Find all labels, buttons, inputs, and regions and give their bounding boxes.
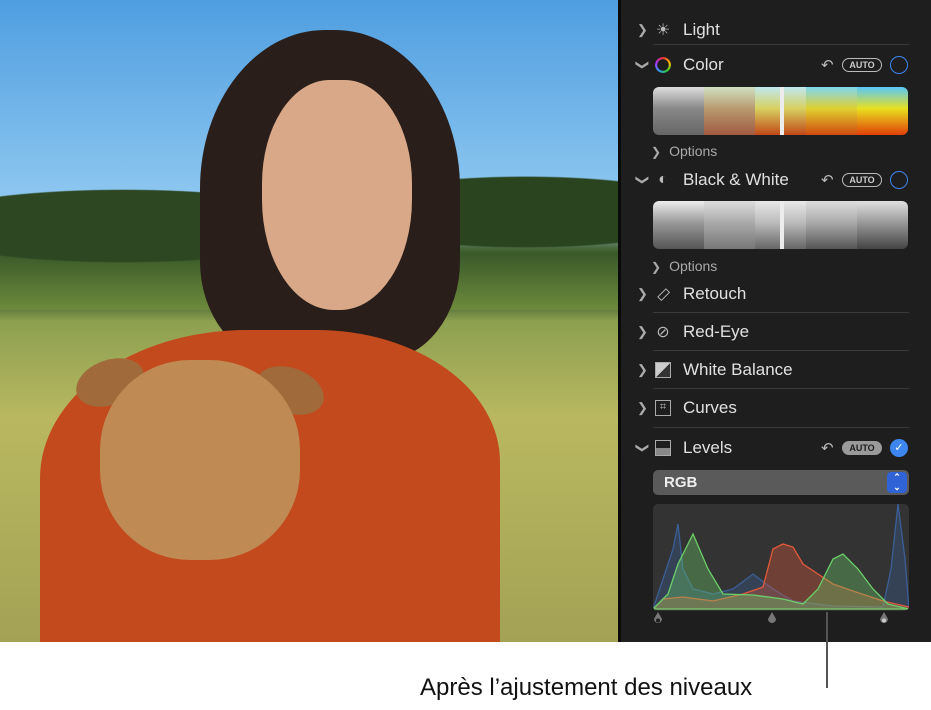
auto-button[interactable]: AUTO xyxy=(842,441,882,455)
section-levels[interactable]: ❯ Levels ↶ AUTO ✓ xyxy=(621,433,931,463)
slider-handle[interactable] xyxy=(780,87,784,135)
eye-slash-icon: ⊘ xyxy=(656,324,670,341)
white-point-handle[interactable] xyxy=(879,612,889,625)
section-color[interactable]: ❯ Color ↶ AUTO xyxy=(621,50,931,80)
section-red-eye[interactable]: ❯ ⊘ Red-Eye xyxy=(621,317,931,347)
undo-icon[interactable]: ↶ xyxy=(821,439,834,457)
auto-button[interactable]: AUTO xyxy=(842,58,882,72)
section-curves[interactable]: ❯ ⌗ Curves xyxy=(621,393,931,423)
levels-histogram xyxy=(653,504,909,611)
section-black-white[interactable]: ❯ ◐ Black & White ↶ AUTO xyxy=(621,165,931,195)
divider xyxy=(653,350,909,351)
white-balance-icon xyxy=(654,361,672,379)
chevron-right-icon[interactable]: ❯ xyxy=(651,145,661,159)
section-white-balance[interactable]: ❯ White Balance xyxy=(621,355,931,385)
undo-icon[interactable]: ↶ xyxy=(821,171,834,189)
section-retouch[interactable]: ❯ ▭ Retouch xyxy=(621,279,931,309)
section-light[interactable]: ❯ ☀ Light xyxy=(621,15,931,45)
chevron-right-icon[interactable]: ❯ xyxy=(637,286,648,302)
auto-button[interactable]: AUTO xyxy=(842,173,882,187)
enable-checkmark[interactable]: ✓ xyxy=(890,439,908,457)
curves-icon: ⌗ xyxy=(654,399,672,417)
sun-icon: ☀ xyxy=(655,22,671,39)
chevron-down-icon[interactable]: ❯ xyxy=(634,443,650,454)
photo-dog xyxy=(100,360,300,560)
divider xyxy=(653,388,909,389)
enable-toggle[interactable] xyxy=(890,56,908,74)
slider-handle[interactable] xyxy=(780,201,784,249)
color-wheel-icon xyxy=(654,56,672,74)
undo-icon[interactable]: ↶ xyxy=(821,56,834,74)
caption: Après l’ajustement des niveaux xyxy=(420,674,753,701)
divider xyxy=(653,312,909,313)
enable-toggle[interactable] xyxy=(890,171,908,189)
up-down-chevron-icon: ⌃ ⌄ xyxy=(887,472,907,493)
chevron-right-icon[interactable]: ❯ xyxy=(637,400,648,416)
color-options[interactable]: ❯ Options xyxy=(621,136,931,166)
chevron-right-icon[interactable]: ❯ xyxy=(651,260,661,274)
half-circle-icon: ◐ xyxy=(658,171,668,188)
channel-select[interactable]: RGB ⌃ ⌄ xyxy=(653,470,909,495)
divider xyxy=(653,427,909,428)
midpoint-handle[interactable] xyxy=(767,612,777,625)
chevron-right-icon[interactable]: ❯ xyxy=(637,22,648,38)
chevron-right-icon[interactable]: ❯ xyxy=(637,324,648,340)
bw-variations-strip[interactable] xyxy=(653,201,908,249)
chevron-down-icon[interactable]: ❯ xyxy=(634,60,650,71)
chevron-right-icon[interactable]: ❯ xyxy=(637,362,648,378)
divider xyxy=(653,44,909,45)
photo-canvas xyxy=(0,0,618,642)
bandage-icon: ▭ xyxy=(651,282,675,306)
adjust-panel: ❯ ☀ Light ❯ Color ↶ AUTO ❯ Options ❯ ◐ Bl… xyxy=(618,0,931,642)
levels-icon xyxy=(654,439,672,457)
chevron-down-icon[interactable]: ❯ xyxy=(634,175,650,186)
callout-line xyxy=(826,612,828,688)
black-point-handle[interactable] xyxy=(653,612,663,625)
bw-options[interactable]: ❯ Options xyxy=(621,251,931,281)
color-variations-strip[interactable] xyxy=(653,87,908,135)
photo-woman-face xyxy=(262,80,412,310)
